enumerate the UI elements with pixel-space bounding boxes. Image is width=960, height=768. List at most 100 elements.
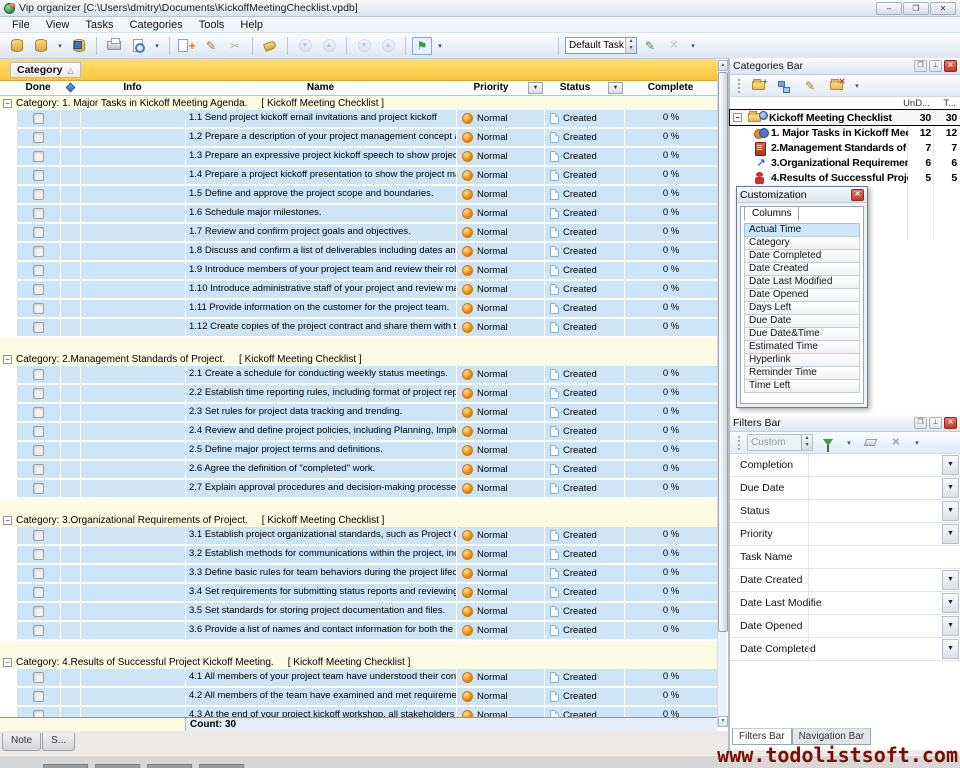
task-row[interactable]: 1.12 Create copies of the project contra… [0, 319, 717, 338]
task-done-checkbox[interactable] [33, 132, 44, 143]
task-done-checkbox[interactable] [33, 464, 44, 475]
filter-row[interactable]: Status▼ [730, 500, 960, 523]
filters-toolbar-dropdown[interactable]: ▾ [911, 433, 923, 453]
task-row[interactable]: 1.7 Review and confirm project goals and… [0, 224, 717, 243]
move-down-button[interactable]: ▼ [294, 36, 316, 56]
new-database-button[interactable] [6, 36, 28, 56]
filter-combo-spinner[interactable]: ▲▼ [801, 435, 812, 450]
filter-dropdown-button[interactable]: ▼ [942, 593, 959, 613]
menu-item-tasks[interactable]: Tasks [77, 18, 121, 32]
task-row[interactable]: 3.4 Set requirements for submitting stat… [0, 584, 717, 603]
total-column-header[interactable]: T... [943, 97, 956, 110]
menu-item-file[interactable]: File [4, 18, 38, 32]
task-done-checkbox[interactable] [33, 303, 44, 314]
priority-filter-button[interactable]: ▼ [528, 82, 543, 94]
toolbar-grip[interactable] [738, 436, 741, 450]
column-header-name[interactable]: Name [185, 81, 456, 95]
column-header-complete[interactable]: Complete [624, 81, 717, 95]
combo-spinner[interactable]: ▲▼ [625, 38, 636, 53]
task-row[interactable]: 2.3 Set rules for project data tracking … [0, 404, 717, 423]
tree-collapse-icon[interactable]: − [733, 113, 742, 122]
task-done-checkbox[interactable] [33, 530, 44, 541]
filters-close-icon[interactable]: ✕ [944, 417, 957, 429]
open-database-dropdown[interactable]: ▾ [54, 36, 66, 56]
customization-close-icon[interactable]: ✕ [851, 189, 864, 201]
column-option[interactable]: Estimated Time [744, 340, 860, 354]
category-group-row[interactable]: −Category: 3.Organizational Requirements… [0, 513, 717, 527]
filter-row[interactable]: Date Completed▼ [730, 638, 960, 661]
customization-title-bar[interactable]: Customization ✕ [737, 187, 867, 203]
filters-maximize-icon[interactable]: ❐ [914, 417, 927, 429]
table-vertical-scrollbar[interactable]: ▲ ▼ [717, 60, 727, 727]
task-row[interactable]: 1.5 Define and approve the project scope… [0, 186, 717, 205]
delete-category-button[interactable]: ✕ [825, 76, 847, 96]
task-done-checkbox[interactable] [33, 369, 44, 380]
tag-button[interactable] [259, 36, 281, 56]
task-done-checkbox[interactable] [33, 445, 44, 456]
filter-row[interactable]: Priority▼ [730, 523, 960, 546]
columns-tab[interactable]: Columns [744, 206, 799, 221]
filter-dropdown-button[interactable]: ▼ [942, 616, 959, 636]
column-header-icon[interactable] [60, 81, 80, 95]
edit-task-button[interactable]: ✎ [200, 36, 222, 56]
task-row[interactable]: 2.6 Agree the definition of "completed" … [0, 461, 717, 480]
view-dropdown[interactable]: ▾ [687, 36, 699, 56]
column-option[interactable]: Actual Time [744, 223, 860, 237]
filter-dropdown-button[interactable]: ▼ [942, 501, 959, 521]
filters-pin-icon[interactable]: ⊥ [929, 417, 942, 429]
filter-preset-combo[interactable]: Custom ▲▼ [747, 434, 813, 451]
scrollbar-thumb[interactable] [718, 72, 728, 632]
column-header-status[interactable]: Status [544, 81, 606, 95]
task-row[interactable]: 1.8 Discuss and confirm a list of delive… [0, 243, 717, 262]
column-header-done[interactable]: Done [16, 81, 60, 95]
minimize-button[interactable]: – [876, 2, 902, 15]
task-done-checkbox[interactable] [33, 587, 44, 598]
filter-row[interactable]: Date Opened▼ [730, 615, 960, 638]
task-row[interactable]: 2.1 Create a schedule for conducting wee… [0, 366, 717, 385]
add-task-button[interactable]: + [176, 36, 198, 56]
column-header-info[interactable]: Info [80, 81, 185, 95]
tree-item[interactable]: 1. Major Tasks in Kickoff Meet1212 [730, 125, 960, 140]
column-option[interactable]: Date Opened [744, 288, 860, 302]
apply-filter-button[interactable] [817, 433, 839, 453]
task-done-checkbox[interactable] [33, 568, 44, 579]
remove-filter-button[interactable]: ✕ [885, 433, 907, 453]
open-database-button[interactable] [30, 36, 52, 56]
task-done-checkbox[interactable] [33, 151, 44, 162]
delete-task-button[interactable]: ✂ [224, 36, 246, 56]
task-done-checkbox[interactable] [33, 227, 44, 238]
task-row[interactable]: 4.2 All members of the team have examine… [0, 688, 717, 707]
column-option[interactable]: Hyperlink [744, 353, 860, 367]
tree-item[interactable]: ↗3.Organizational Requirements66 [730, 155, 960, 170]
task-done-checkbox[interactable] [33, 691, 44, 702]
group-by-category-button[interactable]: Category△ [10, 62, 81, 78]
column-option[interactable]: Date Last Modified [744, 275, 860, 289]
task-row[interactable]: 1.9 Introduce members of your project te… [0, 262, 717, 281]
column-header-priority[interactable]: Priority [456, 81, 526, 95]
view-flag-button[interactable]: ⚑ [412, 37, 432, 55]
task-done-checkbox[interactable] [33, 388, 44, 399]
categories-maximize-icon[interactable]: ❐ [914, 60, 927, 72]
task-row[interactable]: 3.5 Set standards for storing project do… [0, 603, 717, 622]
task-done-checkbox[interactable] [33, 407, 44, 418]
task-done-checkbox[interactable] [33, 189, 44, 200]
filter-row[interactable]: Date Created▼ [730, 569, 960, 592]
task-row[interactable]: 3.3 Define basic rules for team behavior… [0, 565, 717, 584]
task-row[interactable]: 1.10 Introduce administrative staff of y… [0, 281, 717, 300]
filter-row[interactable]: Completion▼ [730, 454, 960, 477]
task-done-checkbox[interactable] [33, 113, 44, 124]
column-option[interactable]: Time Left [744, 379, 860, 393]
scroll-down-button[interactable]: ▼ [718, 716, 728, 727]
status-filter-button[interactable]: ▼ [608, 82, 623, 94]
collapse-icon[interactable]: − [3, 99, 12, 108]
new-category-button[interactable]: + [747, 76, 769, 96]
categories-toolbar-dropdown[interactable]: ▾ [851, 76, 863, 96]
categories-close-icon[interactable]: ✕ [944, 60, 957, 72]
filter-row[interactable]: Date Last Modifie▼ [730, 592, 960, 615]
apply-filter-dropdown[interactable]: ▾ [843, 433, 855, 453]
task-done-checkbox[interactable] [33, 246, 44, 257]
menu-item-tools[interactable]: Tools [191, 18, 233, 32]
collapse-icon[interactable]: − [3, 355, 12, 364]
task-row[interactable]: 4.3 At the end of your project kickoff w… [0, 707, 717, 717]
task-row[interactable]: 3.6 Provide a list of names and contact … [0, 622, 717, 641]
